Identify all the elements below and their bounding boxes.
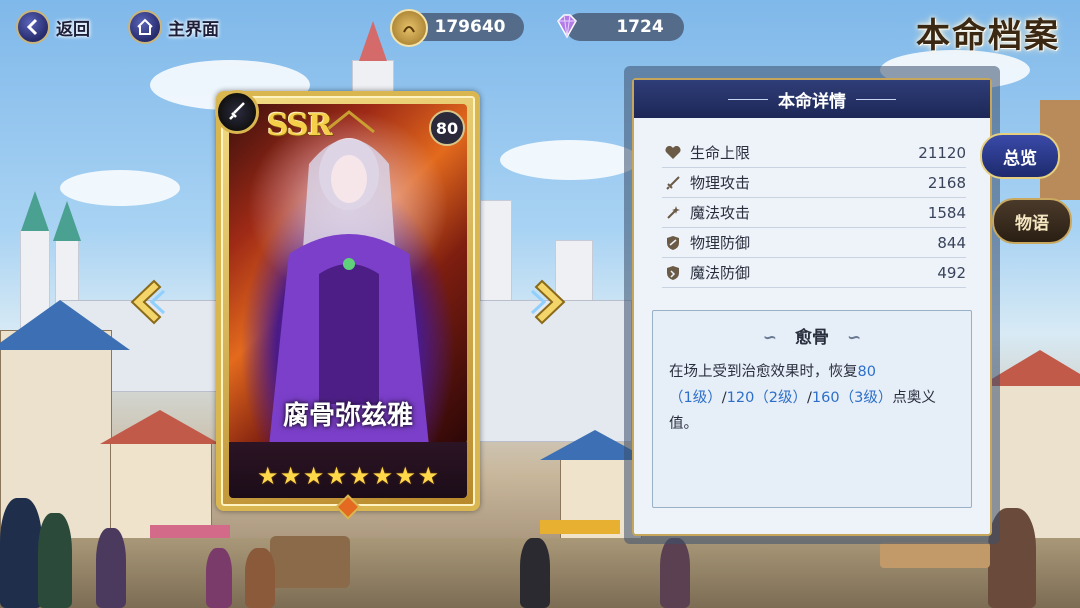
wand-icon xyxy=(662,204,684,222)
shield-icon xyxy=(662,234,684,252)
chevron-right-icon xyxy=(530,279,566,325)
star-icon: ★ xyxy=(325,462,348,490)
stat-row-hp: 生命上限 21120 xyxy=(662,138,966,168)
stat-row-physical-attack: 物理攻击 2168 xyxy=(662,168,966,198)
stat-row-magic-attack: 魔法攻击 1584 xyxy=(662,198,966,228)
stat-value: 2168 xyxy=(927,173,966,192)
gold-counter[interactable]: 179640 xyxy=(390,9,524,47)
gold-amount: 179640 xyxy=(434,17,506,37)
back-label: 返回 xyxy=(56,19,90,40)
star-icon: ★ xyxy=(302,462,325,490)
star-icon: ★ xyxy=(371,462,394,490)
stat-label: 魔法防御 xyxy=(690,264,751,282)
back-button[interactable]: 返回 xyxy=(16,9,90,45)
stat-value: 1584 xyxy=(927,203,966,222)
chevron-left-icon xyxy=(130,279,166,325)
skill-value: 120（2级） xyxy=(726,390,808,406)
prev-character-arrow[interactable] xyxy=(124,277,168,327)
back-arrow-icon xyxy=(16,10,50,44)
heart-icon xyxy=(662,144,684,162)
gem-amount: 1724 xyxy=(616,17,664,37)
star-icon: ★ xyxy=(279,462,302,490)
header-ornament-right xyxy=(856,98,896,100)
tab-story-label: 物语 xyxy=(1015,213,1049,234)
magic-shield-icon xyxy=(662,264,684,282)
star-icon: ★ xyxy=(348,462,371,490)
character-portrait xyxy=(229,104,467,444)
skill-description: 在场上受到治愈效果时，恢复80 （1级）/120（2级）/160（3级）点奥义值。 xyxy=(669,359,957,437)
page-title: 本命档案 xyxy=(916,16,1060,56)
rarity-badge: SSR xyxy=(267,108,333,143)
home-icon xyxy=(128,10,162,44)
stat-list: 生命上限 21120 物理攻击 2168 魔法攻击 1584 物理防御 844 … xyxy=(662,138,966,288)
star-icon: ★ xyxy=(394,462,417,490)
stat-row-physical-defense: 物理防御 844 xyxy=(662,228,966,258)
skill-value: 160（3级） xyxy=(811,390,893,406)
panel-header: 本命详情 xyxy=(634,80,990,118)
skill-desc-text: 在场上受到治愈效果时，恢复 xyxy=(669,364,858,380)
tab-overview-label: 总览 xyxy=(1003,148,1037,169)
level-badge: 80 xyxy=(429,110,465,146)
next-character-arrow[interactable] xyxy=(528,277,572,327)
skill-title: ∽ 愈骨 ∽ xyxy=(762,328,862,348)
stat-label: 生命上限 xyxy=(690,144,751,162)
character-name: 腐骨弥兹雅 xyxy=(282,401,413,431)
star-rating: ★ ★ ★ ★ ★ ★ ★ ★ xyxy=(257,464,439,488)
panel-title: 本命详情 xyxy=(778,91,846,112)
stat-row-magic-defense: 魔法防御 492 xyxy=(662,258,966,288)
skill-box: ∽ 愈骨 ∽ 在场上受到治愈效果时，恢复80 （1级）/120（2级）/160（3级）… xyxy=(652,310,972,508)
detail-panel: 本命详情 生命上限 21120 物理攻击 2168 魔法攻击 1584 物理防御 xyxy=(624,66,1000,544)
gold-coin-icon xyxy=(390,9,428,47)
star-icon: ★ xyxy=(417,462,439,490)
gem-counter[interactable]: 1724 xyxy=(557,13,684,41)
skill-value: （1级） xyxy=(669,390,722,406)
character-card[interactable]: 腐骨弥兹雅 ★ ★ ★ ★ ★ ★ ★ ★ SSR 80 xyxy=(215,90,480,520)
home-button[interactable]: 主界面 xyxy=(128,9,219,45)
tab-story[interactable]: 物语 xyxy=(992,198,1072,244)
star-icon: ★ xyxy=(257,462,279,490)
skill-name: 愈骨 xyxy=(795,328,829,348)
stat-label: 物理攻击 xyxy=(690,174,751,192)
home-label: 主界面 xyxy=(168,19,219,40)
header-ornament-left xyxy=(728,98,768,100)
stat-value: 492 xyxy=(937,263,966,282)
stat-label: 魔法攻击 xyxy=(690,204,751,222)
skill-value: 80 xyxy=(857,364,876,380)
purple-gem-icon xyxy=(550,9,584,43)
tab-overview[interactable]: 总览 xyxy=(980,133,1060,179)
weapon-class-icon xyxy=(215,90,259,134)
stat-label: 物理防御 xyxy=(690,234,751,252)
sword-icon xyxy=(662,174,684,192)
stat-value: 21120 xyxy=(918,143,966,162)
stat-value: 844 xyxy=(937,233,966,252)
